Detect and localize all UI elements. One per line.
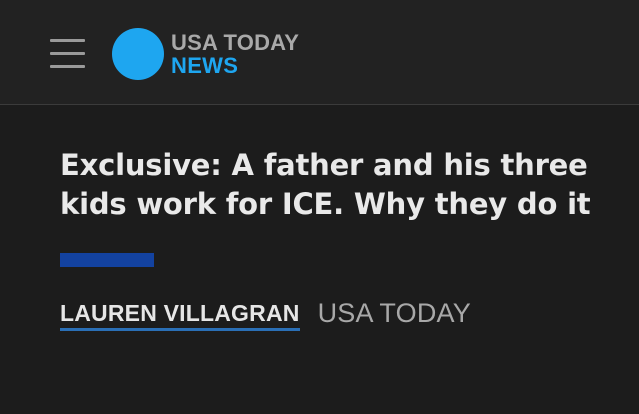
author-link[interactable]: LAUREN VILLAGRAN — [60, 300, 300, 331]
byline: LAUREN VILLAGRAN USA TODAY — [60, 298, 471, 331]
article-headline: Exclusive: A father and his three kids w… — [60, 148, 591, 221]
logo-circle-icon — [112, 28, 164, 80]
menu-line — [50, 39, 85, 42]
publication-name: USA TODAY — [317, 298, 471, 328]
logo-section-name: NEWS — [171, 53, 239, 78]
headline-accent-bar — [60, 253, 154, 267]
logo-text: USA TODAY NEWS — [171, 32, 299, 78]
menu-line — [50, 65, 85, 68]
article-page: USA TODAY NEWS Exclusive: A father and h… — [0, 0, 639, 414]
hamburger-menu-icon[interactable] — [50, 39, 85, 69]
menu-line — [50, 52, 85, 55]
site-header: USA TODAY NEWS — [0, 0, 639, 105]
logo-brand-name: USA TODAY — [171, 30, 300, 55]
